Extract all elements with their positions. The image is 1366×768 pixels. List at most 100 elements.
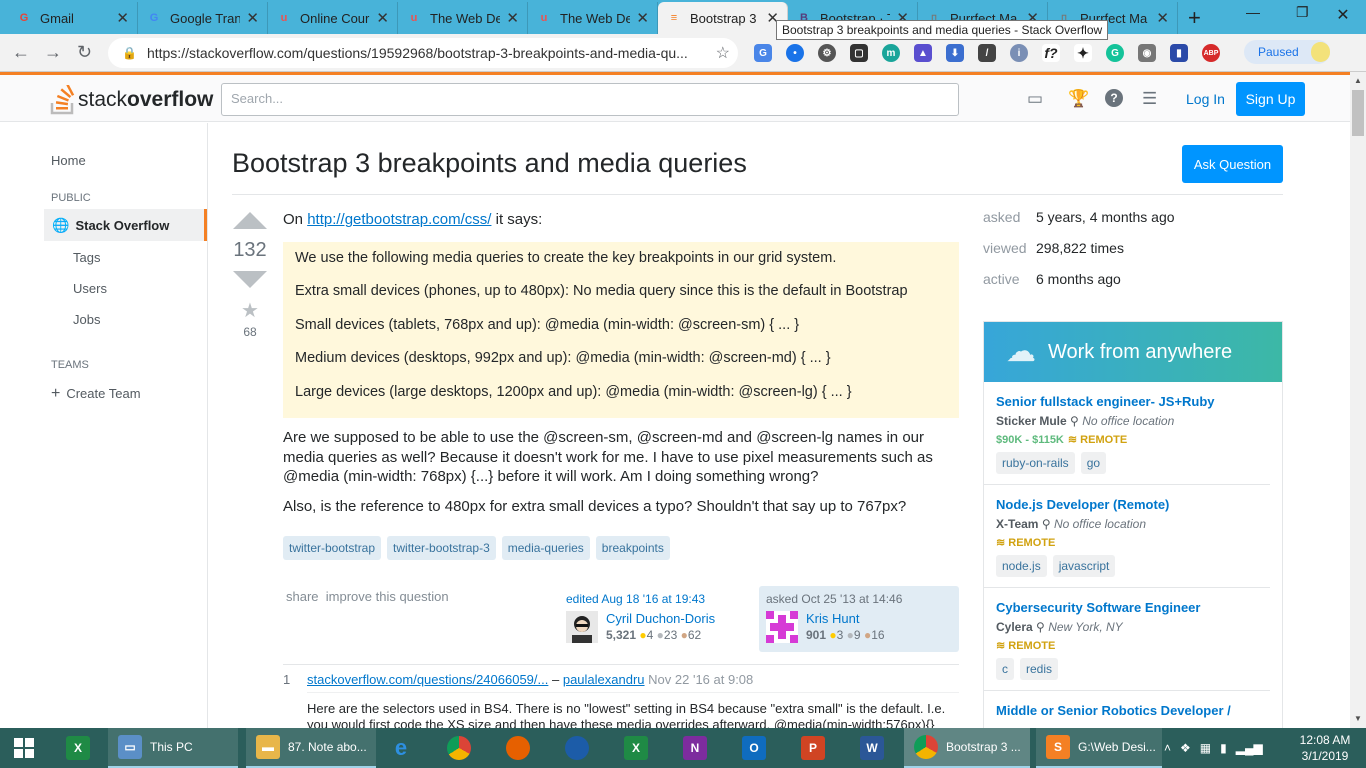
back-icon[interactable]: ← <box>12 42 30 63</box>
scroll-up-icon[interactable]: ▲ <box>1354 76 1362 85</box>
nav-stack-overflow[interactable]: 🌐 Stack Overflow <box>44 209 207 241</box>
scroll-thumb[interactable] <box>1352 90 1364 136</box>
grammarly-ext-icon[interactable]: G <box>1106 44 1124 62</box>
job-title[interactable]: Node.js Developer (Remote) <box>996 497 1258 512</box>
tag-twitter-bootstrap-3[interactable]: twitter-bootstrap-3 <box>387 536 496 560</box>
screenshot-ext-icon[interactable]: ▢ <box>850 44 868 62</box>
bootstrap-css-link[interactable]: http://getbootstrap.com/css/ <box>307 211 491 228</box>
page-scrollbar[interactable]: ▲ ▼ <box>1350 72 1366 728</box>
job-tag[interactable]: go <box>1080 452 1107 474</box>
stackoverflow-logo[interactable]: stack overflow <box>50 85 213 115</box>
info-ext-icon[interactable]: i <box>1010 44 1028 62</box>
restore-button[interactable]: ❐ <box>1296 4 1309 21</box>
excel-app-launcher[interactable]: X <box>621 728 651 768</box>
firefox-launcher[interactable] <box>503 728 533 768</box>
close-tab-icon[interactable]: ✕ <box>376 9 389 27</box>
close-tab-icon[interactable]: ✕ <box>246 9 259 27</box>
jobs-header[interactable]: ☁ Work from anywhere <box>984 322 1282 382</box>
close-window-button[interactable]: ✕ <box>1320 0 1366 30</box>
comment-user[interactable]: paulalexandru <box>563 672 645 687</box>
outlook-launcher[interactable]: O <box>739 728 769 768</box>
forward-icon[interactable]: → <box>44 42 62 63</box>
reload-icon[interactable]: ↻ <box>77 42 92 63</box>
address-bar[interactable]: 🔒 https://stackoverflow.com/questions/19… <box>108 38 738 68</box>
scroll-down-icon[interactable]: ▼ <box>1354 714 1362 723</box>
nav-users[interactable]: Users <box>73 281 107 296</box>
job-listing[interactable]: Cybersecurity Software Engineer Cylera ⚲ … <box>984 588 1270 691</box>
tab-udemy[interactable]: u Online Cour ✕ <box>268 2 398 34</box>
signup-button[interactable]: Sign Up <box>1236 82 1305 116</box>
editor-name[interactable]: Cyril Duchon-Doris <box>606 611 715 626</box>
tab-stackoverflow[interactable]: ≡ Bootstrap 3 ✕ <box>658 2 788 34</box>
signal-icon[interactable]: ▂▄▆ <box>1236 741 1263 755</box>
job-listing[interactable]: Middle or Senior Robotics Developer / <box>984 691 1270 728</box>
login-button[interactable]: Log In <box>1178 82 1233 116</box>
font-ext-icon[interactable]: f? <box>1042 44 1060 62</box>
ie-launcher[interactable]: e <box>386 728 416 768</box>
new-tab-button[interactable]: + <box>1188 5 1201 31</box>
excel-launcher[interactable]: X <box>60 728 96 768</box>
question-title[interactable]: Bootstrap 3 breakpoints and media querie… <box>232 148 747 179</box>
nav-home[interactable]: Home <box>51 153 86 168</box>
site-switcher-icon[interactable]: ☰ <box>1142 89 1157 109</box>
upvote-icon[interactable] <box>233 212 267 229</box>
battery-icon[interactable]: ▮ <box>1220 741 1227 755</box>
nav-jobs[interactable]: Jobs <box>73 312 100 327</box>
ask-question-button[interactable]: Ask Question <box>1182 145 1283 183</box>
job-title[interactable]: Cybersecurity Software Engineer <box>996 600 1258 615</box>
bookmark-star-icon[interactable]: ☆ <box>716 43 730 63</box>
m-ext-icon[interactable]: m <box>882 44 900 62</box>
close-tab-icon[interactable]: ✕ <box>636 9 649 27</box>
network-icon[interactable]: ▦ <box>1200 741 1211 755</box>
translate-ext-icon[interactable]: G <box>754 44 772 62</box>
dots-ext-icon[interactable]: • <box>786 44 804 62</box>
tab-gmail[interactable]: G Gmail ✕ <box>8 2 138 34</box>
job-tag[interactable]: node.js <box>996 555 1047 577</box>
tab-google-translate[interactable]: G Google Tran ✕ <box>138 2 268 34</box>
adblock-ext-icon[interactable]: ABP <box>1202 44 1220 62</box>
close-tab-icon[interactable]: ✕ <box>506 9 519 27</box>
dropbox-icon[interactable]: ❖ <box>1180 741 1191 755</box>
comment-link[interactable]: stackoverflow.com/questions/24066059/... <box>307 672 548 687</box>
search-input[interactable]: Search... <box>221 83 959 116</box>
chrome-launcher[interactable] <box>444 728 474 768</box>
bookmark-ext-icon[interactable]: ▮ <box>1170 44 1188 62</box>
job-listing[interactable]: Senior fullstack engineer- JS+Ruby Sticke… <box>984 382 1270 485</box>
settings-ext-icon[interactable]: ⚙ <box>818 44 836 62</box>
taskbar-clock[interactable]: 12:08 AM 3/1/2019 <box>1290 732 1360 764</box>
downvote-icon[interactable] <box>233 271 267 288</box>
profile-paused-button[interactable]: Paused <box>1244 40 1330 64</box>
tab-udemy[interactable]: u The Web De ✕ <box>528 2 658 34</box>
taskbar-item-sublime[interactable]: S G:\Web Desi... <box>1036 728 1162 768</box>
eyedropper-ext-icon[interactable]: / <box>978 44 996 62</box>
close-tab-icon[interactable]: ✕ <box>116 9 129 27</box>
nav-create-team[interactable]: + Create Team <box>51 385 141 403</box>
camera-ext-icon[interactable]: ◉ <box>1138 44 1156 62</box>
word-launcher[interactable]: W <box>857 728 887 768</box>
tag-media-queries[interactable]: media-queries <box>501 536 590 560</box>
help-icon[interactable]: ? <box>1105 89 1123 107</box>
job-tag[interactable]: javascript <box>1052 555 1116 577</box>
taskbar-item-chrome[interactable]: Bootstrap 3 ... <box>904 728 1030 768</box>
share-link[interactable]: share <box>286 589 319 604</box>
firefox-dev-launcher[interactable] <box>562 728 592 768</box>
job-title[interactable]: Senior fullstack engineer- JS+Ruby <box>996 394 1258 409</box>
asker-name[interactable]: Kris Hunt <box>806 611 885 626</box>
inbox-icon[interactable]: ▭ <box>1027 89 1043 109</box>
close-tab-icon[interactable]: ✕ <box>1156 9 1169 27</box>
dropper-ext-icon[interactable]: ▲ <box>914 44 932 62</box>
job-tag[interactable]: c <box>996 658 1014 680</box>
ninja-ext-icon[interactable]: ✦ <box>1074 44 1092 62</box>
nav-tags[interactable]: Tags <box>73 250 100 265</box>
job-tag[interactable]: redis <box>1020 658 1059 680</box>
job-tag[interactable]: ruby-on-rails <box>996 452 1075 474</box>
onenote-launcher[interactable]: N <box>680 728 710 768</box>
tray-chevron-icon[interactable]: ˄ <box>1164 741 1171 755</box>
taskbar-item-this-pc[interactable]: ▭ This PC <box>108 728 238 768</box>
minimize-button[interactable]: — <box>1246 4 1260 20</box>
tag-twitter-bootstrap[interactable]: twitter-bootstrap <box>283 536 382 560</box>
favorite-star-icon[interactable]: ★ <box>230 298 270 323</box>
job-title[interactable]: Middle or Senior Robotics Developer / <box>996 703 1258 718</box>
improve-question-link[interactable]: improve this question <box>326 589 449 604</box>
avatar[interactable] <box>566 611 598 643</box>
